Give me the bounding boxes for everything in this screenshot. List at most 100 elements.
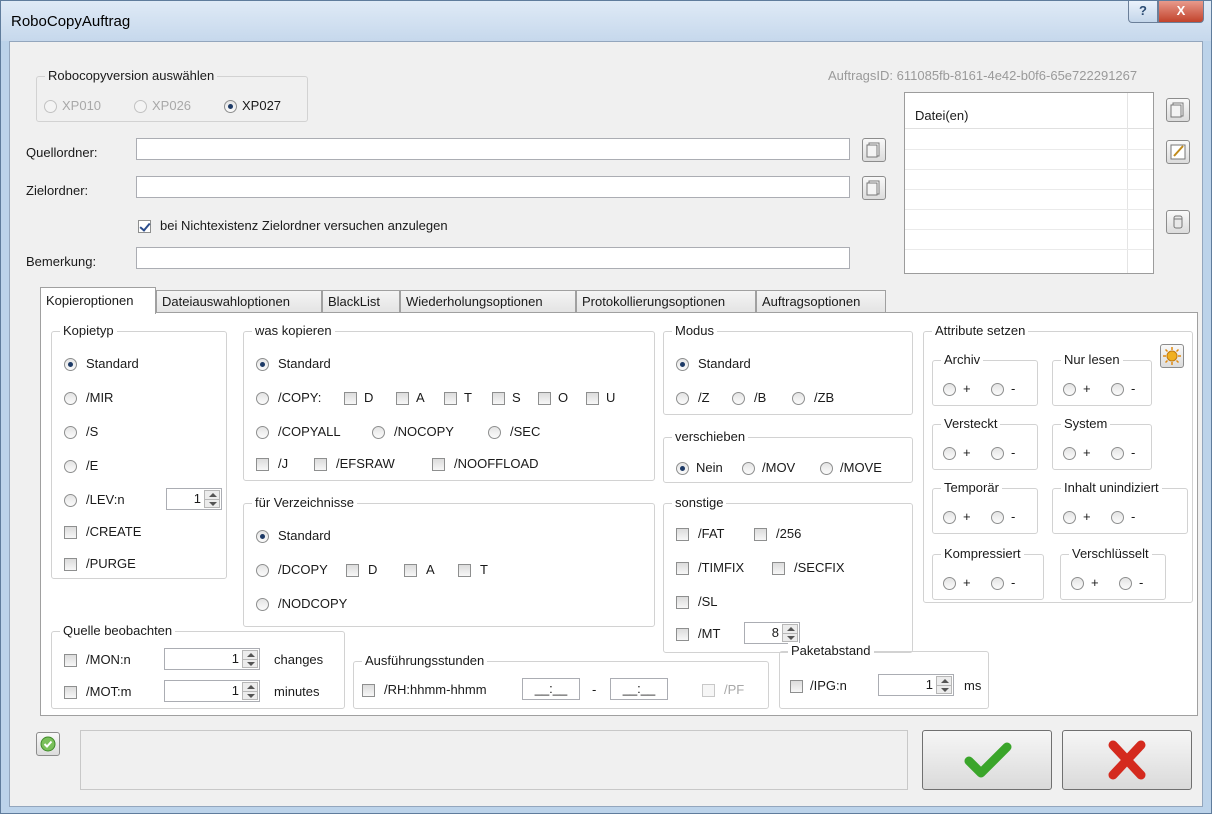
mt-stepper[interactable]: 8 <box>744 622 800 644</box>
radio-xp010[interactable] <box>44 100 57 113</box>
radio-xp026[interactable] <box>134 100 147 113</box>
status-ok-icon[interactable] <box>36 732 60 756</box>
fat-checkbox[interactable] <box>676 528 689 541</box>
j-checkbox[interactable] <box>256 458 269 471</box>
ipg-checkbox[interactable] <box>790 680 803 693</box>
copy-flag-t-checkbox[interactable] <box>444 392 457 405</box>
tab-auftragsoptionen[interactable]: Auftragsoptionen <box>756 290 886 313</box>
radio-nodcopy[interactable] <box>256 598 269 611</box>
radio-dir-standard[interactable] <box>256 530 269 543</box>
radio-move[interactable] <box>820 462 833 475</box>
radio-lev[interactable] <box>64 494 77 507</box>
browse-target-folder-icon[interactable] <box>862 176 886 200</box>
mt-stepper-arrows-icon[interactable] <box>782 624 798 642</box>
copy-flag-o-checkbox[interactable] <box>538 392 551 405</box>
radio-nocopy[interactable] <box>372 426 385 439</box>
nooffload-checkbox[interactable] <box>432 458 445 471</box>
radio-mir[interactable] <box>64 392 77 405</box>
dcopy-flag-t-checkbox[interactable] <box>458 564 471 577</box>
attr-system-minus-radio[interactable] <box>1111 447 1124 460</box>
dcopy-flag-d-checkbox[interactable] <box>346 564 359 577</box>
ipg-stepper-arrows-icon[interactable] <box>936 676 952 694</box>
copy-flag-u-checkbox[interactable] <box>586 392 599 405</box>
mot-stepper[interactable]: 1 <box>164 680 260 702</box>
tab-kopieroptionen[interactable]: Kopieroptionen <box>40 287 156 314</box>
tab-blacklist[interactable]: BlackList <box>322 290 400 313</box>
attr-kompressiert-plus-radio[interactable] <box>943 577 956 590</box>
radio-sec[interactable] <box>488 426 501 439</box>
attr-archiv-minus-radio[interactable] <box>991 383 1004 396</box>
rh-to-input[interactable]: __:__ <box>610 678 668 700</box>
radio-standard[interactable] <box>64 358 77 371</box>
attr-verschluesselt-minus-radio[interactable] <box>1119 577 1132 590</box>
copy-flag-d-checkbox[interactable] <box>344 392 357 405</box>
help-button[interactable]: ? <box>1128 1 1158 23</box>
ok-button[interactable] <box>922 730 1052 790</box>
radio-z[interactable] <box>676 392 689 405</box>
create-checkbox[interactable] <box>64 526 77 539</box>
mon-stepper-arrows-icon[interactable] <box>242 650 258 668</box>
tab-wiederholungsoptionen[interactable]: Wiederholungsoptionen <box>400 290 576 313</box>
mon-checkbox[interactable] <box>64 654 77 667</box>
edit-file-icon[interactable] <box>1166 140 1190 164</box>
tab-dateiauswahloptionen[interactable]: Dateiauswahloptionen <box>156 290 322 313</box>
lev-stepper-arrows-icon[interactable] <box>204 490 220 508</box>
attr-inhalt-minus-label: - <box>1131 509 1136 524</box>
mt-checkbox[interactable] <box>676 628 689 641</box>
radio-copy[interactable] <box>256 392 269 405</box>
radio-b[interactable] <box>732 392 745 405</box>
browse-folder-icon[interactable] <box>862 138 886 162</box>
bemerkung-input[interactable] <box>136 247 850 269</box>
timfix-checkbox[interactable] <box>676 562 689 575</box>
quellordner-input[interactable] <box>136 138 850 160</box>
mon-stepper[interactable]: 1 <box>164 648 260 670</box>
pf-checkbox[interactable] <box>702 684 715 697</box>
sl-checkbox[interactable] <box>676 596 689 609</box>
efsraw-checkbox[interactable] <box>314 458 327 471</box>
zielordner-input[interactable] <box>136 176 850 198</box>
radio-nein[interactable] <box>676 462 689 475</box>
radio-e[interactable] <box>64 460 77 473</box>
radio-modus-standard[interactable] <box>676 358 689 371</box>
attr-nurlesen-plus-radio[interactable] <box>1063 383 1076 396</box>
radio-copy-standard[interactable] <box>256 358 269 371</box>
lev-stepper[interactable]: 1 <box>166 488 222 510</box>
rh-checkbox[interactable] <box>362 684 375 697</box>
radio-zb[interactable] <box>792 392 805 405</box>
attr-kompressiert-minus-radio[interactable] <box>991 577 1004 590</box>
rh-from-input[interactable]: __:__ <box>522 678 580 700</box>
mot-checkbox[interactable] <box>64 686 77 699</box>
reset-attributes-star-icon[interactable] <box>1160 344 1184 368</box>
radio-s[interactable] <box>64 426 77 439</box>
tab-protokollierungsoptionen[interactable]: Protokollierungsoptionen <box>576 290 756 313</box>
purge-checkbox[interactable] <box>64 558 77 571</box>
attr-versteckt-minus-radio[interactable] <box>991 447 1004 460</box>
copy-flag-s-checkbox[interactable] <box>492 392 505 405</box>
radio-copyall[interactable] <box>256 426 269 439</box>
radio-mov[interactable] <box>742 462 755 475</box>
radio-xp027[interactable] <box>224 100 237 113</box>
attr-nurlesen-minus-radio[interactable] <box>1111 383 1124 396</box>
create-target-checkbox[interactable] <box>138 220 151 233</box>
attr-inhalt-plus-radio[interactable] <box>1063 511 1076 524</box>
ipg-stepper[interactable]: 1 <box>878 674 954 696</box>
close-button[interactable]: X <box>1158 1 1204 23</box>
dcopy-flag-d-label: D <box>368 562 378 577</box>
copy-flag-a-checkbox[interactable] <box>396 392 409 405</box>
r256-checkbox[interactable] <box>754 528 767 541</box>
add-file-icon[interactable] <box>1166 98 1190 122</box>
attr-versteckt-plus-radio[interactable] <box>943 447 956 460</box>
delete-file-icon[interactable] <box>1166 210 1190 234</box>
secfix-checkbox[interactable] <box>772 562 785 575</box>
attr-temporaer-plus-radio[interactable] <box>943 511 956 524</box>
attr-archiv-plus-radio[interactable] <box>943 383 956 396</box>
cancel-button[interactable] <box>1062 730 1192 790</box>
files-list[interactable]: Datei(en) <box>904 92 1154 274</box>
attr-system-plus-radio[interactable] <box>1063 447 1076 460</box>
mot-stepper-arrows-icon[interactable] <box>242 682 258 700</box>
attr-verschluesselt-plus-radio[interactable] <box>1071 577 1084 590</box>
attr-inhalt-minus-radio[interactable] <box>1111 511 1124 524</box>
attr-temporaer-minus-radio[interactable] <box>991 511 1004 524</box>
radio-dcopy[interactable] <box>256 564 269 577</box>
dcopy-flag-a-checkbox[interactable] <box>404 564 417 577</box>
